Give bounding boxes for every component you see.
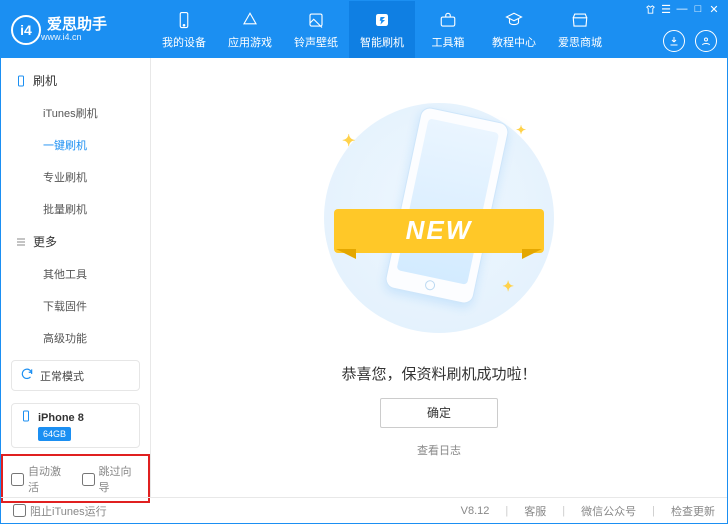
device-icon [20, 410, 32, 425]
group-title-text: 刷机 [33, 72, 57, 89]
nav-flash[interactable]: 智能刷机 [349, 1, 415, 58]
ok-button[interactable]: 确定 [380, 398, 498, 428]
group-title-text: 更多 [33, 233, 57, 250]
status-bar: 阻止iTunes运行 V8.12| 客服| 微信公众号| 检查更新 [1, 497, 727, 523]
sidebar-item-itunes[interactable]: iTunes刷机 [1, 97, 150, 129]
wallpaper-icon [306, 10, 326, 30]
sidebar-item-oneclick[interactable]: 一键刷机 [1, 129, 150, 161]
toolbox-icon [438, 10, 458, 30]
nav-toolbox[interactable]: 工具箱 [415, 1, 481, 58]
sidebar-item-other[interactable]: 其他工具 [1, 258, 150, 290]
close-button[interactable]: ✕ [707, 2, 721, 16]
sidebar-group-more: 更多 [1, 225, 150, 258]
sidebar-item-pro[interactable]: 专业刷机 [1, 161, 150, 193]
logo-icon: i4 [11, 15, 41, 45]
device-name: iPhone 8 [38, 412, 84, 424]
app-site: www.i4.cn [41, 32, 107, 42]
success-message: 恭喜您，保资料刷机成功啦！ [341, 363, 536, 384]
mall-icon [570, 10, 590, 30]
app-logo: i4 爱思助手 www.i4.cn [1, 1, 151, 58]
phone-icon [174, 10, 194, 30]
nav-apps[interactable]: 应用游戏 [217, 1, 283, 58]
sidebar-item-firmware[interactable]: 下载固件 [1, 290, 150, 322]
refresh-icon [20, 367, 34, 384]
sidebar-item-batch[interactable]: 批量刷机 [1, 193, 150, 225]
success-illustration: ✦✦✦ NEW [324, 103, 554, 333]
view-log-link[interactable]: 查看日志 [417, 442, 461, 458]
shirt-icon[interactable] [643, 2, 657, 16]
nav-label: 教程中心 [492, 34, 536, 50]
skip-wizard-checkbox[interactable]: 跳过向导 [82, 463, 141, 495]
version-label: V8.12 [461, 505, 490, 517]
app-body: 刷机 iTunes刷机 一键刷机 专业刷机 批量刷机 更多 其他工具 下载固件 … [1, 58, 727, 497]
user-icon[interactable] [695, 30, 717, 52]
nav-mall[interactable]: 爱思商城 [547, 1, 613, 58]
auto-activate-checkbox[interactable]: 自动激活 [11, 463, 70, 495]
device-box[interactable]: iPhone 8 64GB [11, 403, 140, 448]
header-actions [663, 30, 717, 52]
sidebar-group-flash: 刷机 [1, 64, 150, 97]
maximize-button[interactable]: □ [691, 2, 705, 16]
menu-icon[interactable]: ☰ [659, 2, 673, 16]
nav-label: 铃声壁纸 [294, 34, 338, 50]
update-link[interactable]: 检查更新 [671, 503, 715, 519]
tutorial-icon [504, 10, 524, 30]
nav-devices[interactable]: 我的设备 [151, 1, 217, 58]
list-icon [15, 236, 27, 248]
app-name: 爱思助手 [47, 17, 107, 32]
sidebar-bottom-options: 自动激活 跳过向导 [1, 454, 150, 503]
block-itunes-checkbox[interactable]: 阻止iTunes运行 [13, 503, 107, 519]
new-ribbon-icon: NEW [324, 203, 554, 259]
wechat-link[interactable]: 微信公众号 [581, 503, 636, 519]
download-icon[interactable] [663, 30, 685, 52]
top-nav: 我的设备 应用游戏 铃声壁纸 智能刷机 工具箱 教程中心 爱思商城 [151, 1, 613, 58]
mode-label: 正常模式 [40, 368, 84, 384]
app-header: i4 爱思助手 www.i4.cn 我的设备 应用游戏 铃声壁纸 智能刷机 工具… [1, 1, 727, 58]
flash-icon [372, 10, 392, 30]
nav-tutorial[interactable]: 教程中心 [481, 1, 547, 58]
storage-badge: 64GB [38, 427, 71, 441]
phone-small-icon [15, 75, 27, 87]
nav-label: 应用游戏 [228, 34, 272, 50]
apps-icon [240, 10, 260, 30]
nav-label: 工具箱 [432, 34, 465, 50]
nav-label: 智能刷机 [360, 34, 404, 50]
sidebar-item-adv[interactable]: 高级功能 [1, 322, 150, 354]
minimize-button[interactable]: — [675, 2, 689, 16]
mode-box[interactable]: 正常模式 [11, 360, 140, 391]
main-panel: ✦✦✦ NEW 恭喜您，保资料刷机成功啦！ 确定 查看日志 [151, 58, 727, 497]
window-controls: ☰ — □ ✕ [637, 1, 727, 17]
nav-themes[interactable]: 铃声壁纸 [283, 1, 349, 58]
sidebar: 刷机 iTunes刷机 一键刷机 专业刷机 批量刷机 更多 其他工具 下载固件 … [1, 58, 151, 497]
nav-label: 我的设备 [162, 34, 206, 50]
nav-label: 爱思商城 [558, 34, 602, 50]
support-link[interactable]: 客服 [524, 503, 546, 519]
